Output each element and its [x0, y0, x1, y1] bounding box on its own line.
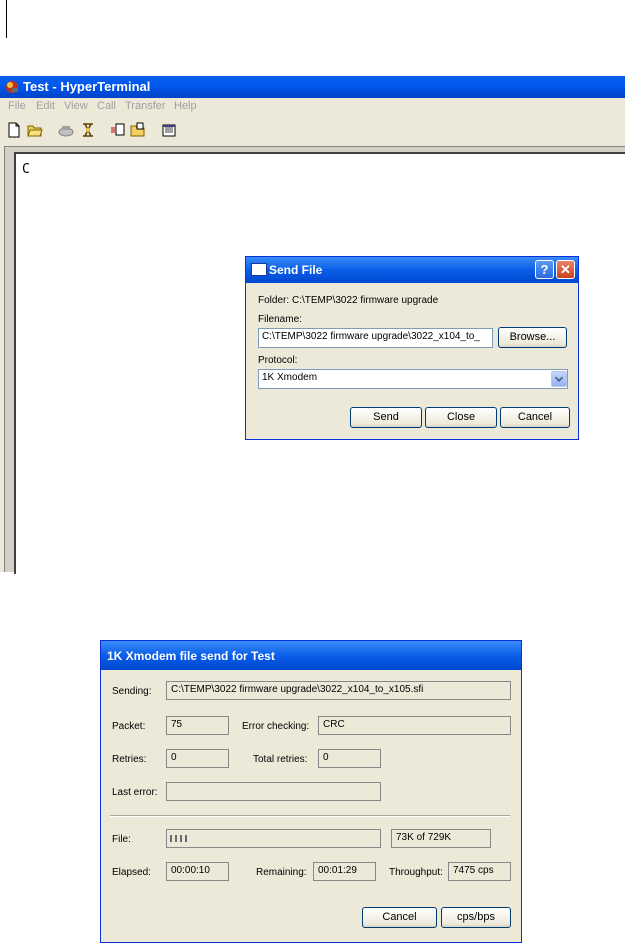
filename-label: Filename:: [258, 314, 302, 325]
folder-label: Folder:: [258, 295, 290, 306]
sending-value: C:\TEMP\3022 firmware upgrade\3022_x104_…: [166, 681, 511, 700]
error-checking-label: Error checking:: [242, 721, 310, 732]
last-error-label: Last error:: [112, 787, 158, 798]
progress-segment: [185, 835, 187, 842]
progress-segment: [175, 835, 177, 842]
connect-icon[interactable]: [58, 122, 74, 138]
menu-help[interactable]: Help: [174, 100, 197, 112]
send-file-title: Send File: [269, 263, 323, 277]
cps-bps-button[interactable]: cps/bps: [441, 907, 511, 928]
error-checking-value: CRC: [318, 716, 511, 735]
protocol-selected-value: 1K Xmodem: [262, 372, 318, 383]
progress-segment: [180, 835, 182, 842]
cancel-button[interactable]: Cancel: [500, 407, 570, 428]
packet-label: Packet:: [112, 721, 146, 732]
remaining-value: 00:01:29: [313, 862, 376, 881]
menu-edit[interactable]: Edit: [36, 100, 55, 112]
retries-label: Retries:: [112, 754, 147, 765]
total-retries-label: Total retries:: [253, 754, 308, 765]
send-button[interactable]: Send: [350, 407, 422, 428]
transfer-title: 1K Xmodem file send for Test: [107, 649, 275, 663]
file-label: File:: [112, 834, 131, 845]
protocol-select[interactable]: 1K Xmodem: [258, 369, 568, 389]
transfer-title-bar[interactable]: 1K Xmodem file send for Test: [101, 641, 521, 670]
toolbar: [0, 116, 625, 142]
menu-file[interactable]: File: [8, 100, 26, 112]
title-bar[interactable]: Test - HyperTerminal: [0, 76, 625, 98]
throughput-label: Throughput:: [389, 867, 443, 878]
disconnect-icon[interactable]: [80, 122, 96, 138]
divider: [110, 815, 510, 817]
hyperterminal-app-icon: [6, 81, 18, 93]
packet-value: 75: [166, 716, 229, 735]
elapsed-label: Elapsed:: [112, 867, 151, 878]
open-icon[interactable]: [27, 122, 43, 138]
menu-transfer[interactable]: Transfer: [125, 100, 166, 112]
terminal-text: C: [22, 162, 30, 177]
text-cursor-line: [6, 0, 7, 38]
throughput-value: 7475 cps: [448, 862, 511, 881]
file-size-value: 73K of 729K: [391, 829, 491, 848]
send-icon[interactable]: [110, 122, 126, 138]
file-progress-bar: [166, 829, 381, 848]
remaining-label: Remaining:: [256, 867, 307, 878]
send-file-dialog: Send File ? ✕ Folder: C:\TEMP\3022 firmw…: [245, 256, 579, 440]
menu-view[interactable]: View: [64, 100, 88, 112]
browse-button[interactable]: Browse...: [498, 327, 567, 348]
send-file-title-bar[interactable]: Send File ? ✕: [246, 257, 578, 283]
sending-label: Sending:: [112, 686, 152, 697]
close-button[interactable]: Close: [425, 407, 497, 428]
receive-icon[interactable]: [130, 122, 146, 138]
close-icon[interactable]: ✕: [556, 260, 575, 279]
menu-call[interactable]: Call: [97, 100, 116, 112]
xmodem-transfer-dialog: 1K Xmodem file send for Test Sending: C:…: [100, 640, 522, 943]
last-error-value: [166, 782, 381, 801]
dialog-window-icon: [251, 263, 267, 276]
menu-bar: File Edit View Call Transfer Help: [0, 98, 625, 116]
new-icon[interactable]: [6, 122, 22, 138]
total-retries-value: 0: [318, 749, 381, 768]
elapsed-value: 00:00:10: [166, 862, 229, 881]
folder-value: C:\TEMP\3022 firmware upgrade: [292, 295, 439, 306]
help-button[interactable]: ?: [535, 260, 554, 279]
transfer-cancel-button[interactable]: Cancel: [362, 907, 437, 928]
retries-value: 0: [166, 749, 229, 768]
window-title: Test - HyperTerminal: [23, 79, 151, 94]
progress-segment: [170, 835, 172, 842]
filename-input[interactable]: C:\TEMP\3022 firmware upgrade\3022_x104_…: [258, 328, 493, 348]
properties-icon[interactable]: [161, 122, 177, 138]
protocol-label: Protocol:: [258, 355, 298, 366]
chevron-down-icon[interactable]: [551, 371, 567, 387]
